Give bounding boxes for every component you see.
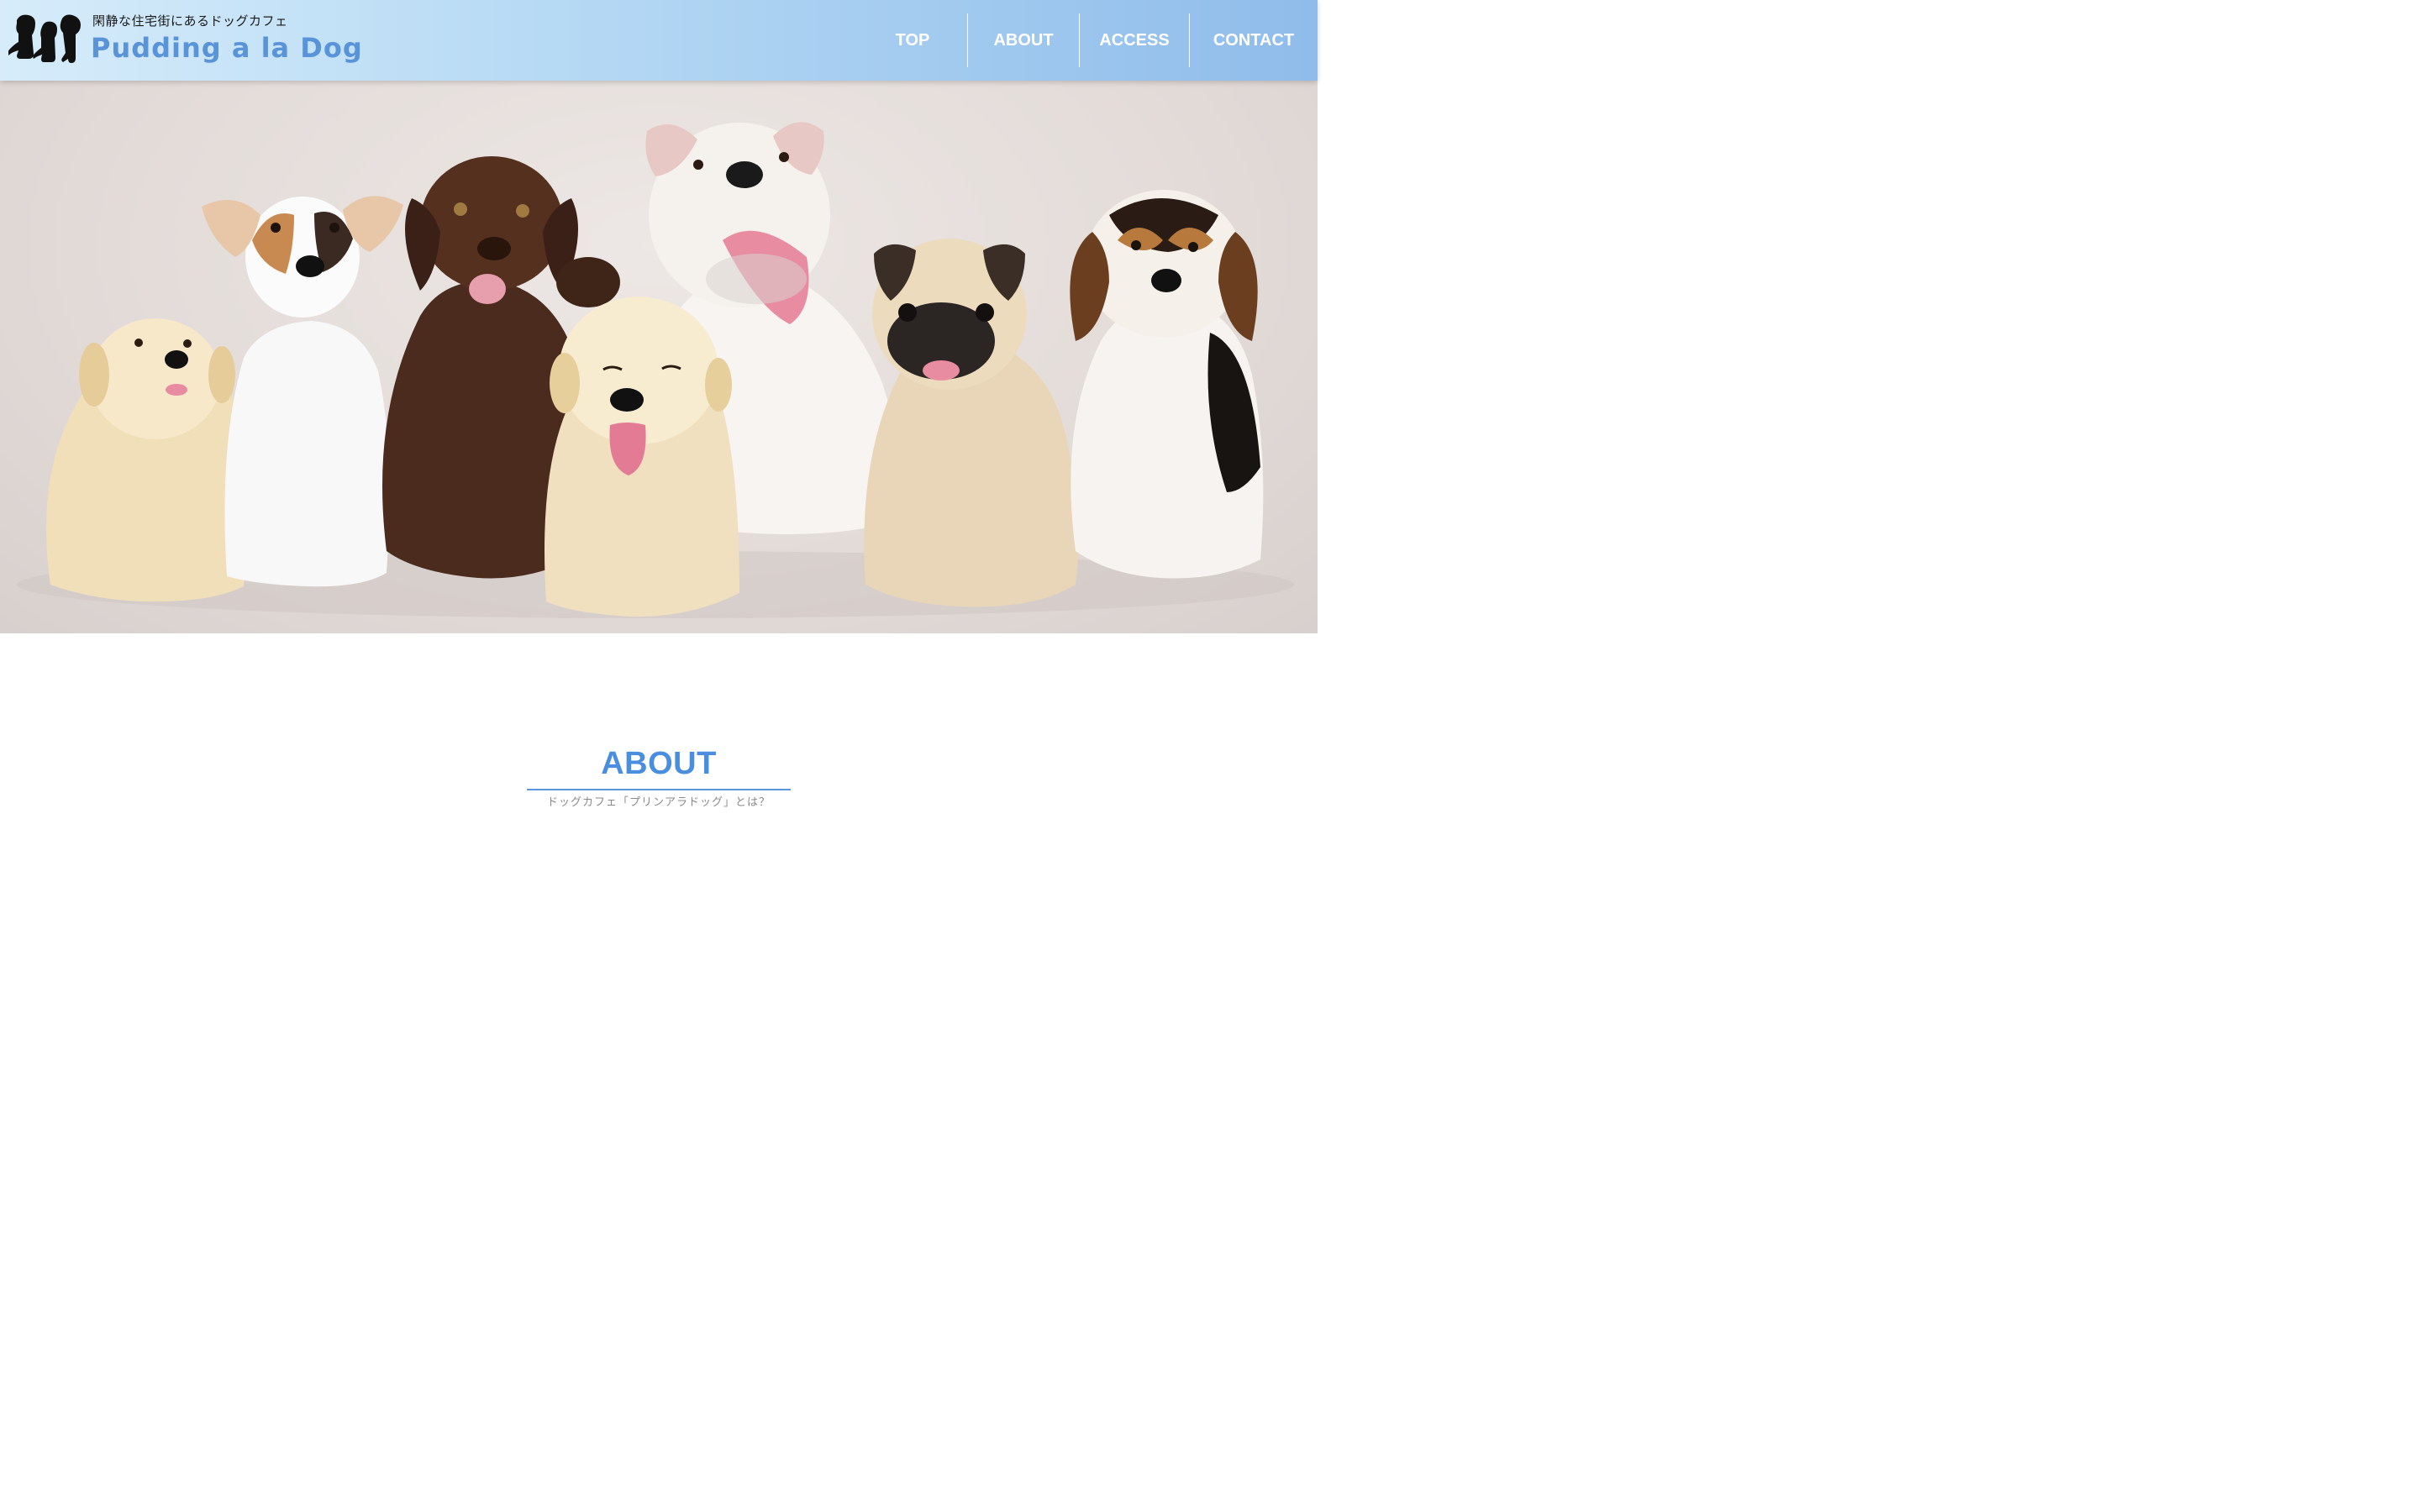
site-header: 閑静な住宅街にあるドッグカフェ Pudding a la Dog TOP ABO… (0, 0, 1318, 81)
site-brand-title[interactable]: Pudding a la Dog (91, 32, 363, 64)
golden-puppy-left (46, 318, 247, 602)
puppies-hero-image (17, 122, 1294, 618)
about-subheading: ドッグカフェ「プリンアラドッグ」とは？ (546, 796, 771, 809)
site-tagline: 閑静な住宅街にあるドッグカフェ (92, 13, 288, 29)
nav-item-top[interactable]: TOP (858, 13, 967, 67)
nav-item-access[interactable]: ACCESS (1079, 13, 1189, 67)
nav-item-about[interactable]: ABOUT (967, 13, 1079, 67)
hero-banner (0, 81, 1318, 633)
nav-item-contact[interactable]: CONTACT (1189, 13, 1318, 67)
about-heading-underline (527, 789, 791, 790)
main-nav: TOP ABOUT ACCESS CONTACT (858, 13, 1318, 67)
three-dogs-logo-icon[interactable] (8, 10, 86, 69)
about-heading: ABOUT (601, 746, 717, 781)
pug-puppy (864, 239, 1079, 607)
golden-puppy-center (544, 297, 739, 617)
beagle-puppy (1070, 190, 1264, 579)
